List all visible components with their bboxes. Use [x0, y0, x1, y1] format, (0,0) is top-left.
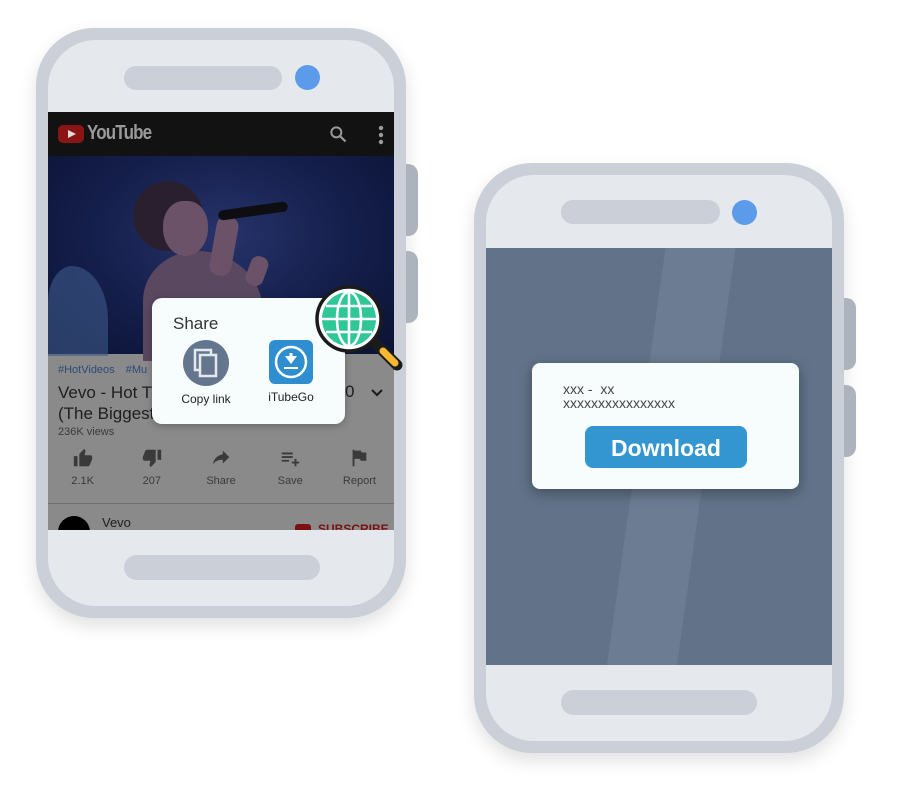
- playlist-add-icon: [281, 452, 300, 467]
- like-count: 2.1K: [71, 475, 94, 487]
- save-label: Save: [277, 475, 303, 487]
- thumbs-down-icon: [142, 449, 161, 468]
- channel-name[interactable]: Vevo: [102, 515, 131, 530]
- crowd-silhouette: [48, 266, 108, 356]
- report-label: Report: [342, 475, 376, 487]
- dislike-button[interactable]: 207: [117, 447, 186, 497]
- hashtag-link[interactable]: #Mu: [126, 364, 147, 376]
- video-title-tail: 0: [345, 382, 355, 401]
- front-camera: [732, 200, 757, 225]
- share-label: Share: [206, 475, 236, 487]
- copy-link-option[interactable]: Copy link: [166, 340, 246, 406]
- itubego-label: iTubeGo: [268, 390, 314, 404]
- share-title: Share: [173, 314, 219, 333]
- microphone: [217, 201, 289, 221]
- dislike-count: 207: [142, 475, 161, 487]
- home-bar: [561, 690, 757, 715]
- volume-up-button: [844, 298, 856, 370]
- front-camera: [295, 65, 320, 90]
- youtube-app-bar: YouTube: [48, 112, 394, 156]
- view-count: 236K views: [58, 426, 115, 438]
- report-button[interactable]: Report: [325, 447, 394, 497]
- subscribe-icon: [295, 524, 311, 530]
- hashtags: #HotVideos #Mu: [58, 364, 155, 376]
- chevron-down-icon[interactable]: [370, 388, 384, 398]
- divider: [48, 503, 394, 504]
- itubego-download-icon: [269, 340, 313, 384]
- subscribe-button[interactable]: SUBSCRIBE: [318, 522, 389, 530]
- download-dialog: xxx - xx xxxxxxxxxxxxxxxx Download: [532, 363, 799, 489]
- share-button[interactable]: Share: [186, 447, 255, 497]
- search-icon[interactable]: [328, 124, 348, 144]
- app-name: YouTube: [87, 122, 152, 144]
- more-vert-icon[interactable]: [378, 125, 384, 145]
- hashtag-link[interactable]: #HotVideos: [58, 364, 115, 376]
- globe-magnifier-icon: [315, 285, 403, 371]
- save-button[interactable]: Save: [256, 447, 325, 497]
- video-actions: 2.1K 207 Share Save Report: [48, 447, 394, 497]
- like-button[interactable]: 2.1K: [48, 447, 117, 497]
- flag-icon: [352, 449, 367, 467]
- youtube-logo-icon[interactable]: [58, 125, 84, 143]
- channel-avatar[interactable]: [58, 516, 90, 530]
- volume-up-button: [406, 164, 418, 236]
- video-info-line2: xxxxxxxxxxxxxxxx: [563, 395, 675, 411]
- singer-face: [163, 201, 208, 256]
- copy-icon: [183, 340, 229, 386]
- home-bar: [124, 555, 320, 580]
- download-button[interactable]: Download: [585, 426, 747, 468]
- thumbs-up-icon: [73, 448, 92, 467]
- singer-hand: [243, 253, 271, 289]
- share-icon: [212, 450, 230, 465]
- speaker-grille: [124, 66, 282, 90]
- speaker-grille: [561, 200, 720, 224]
- copy-link-label: Copy link: [181, 392, 231, 406]
- volume-down-button: [844, 385, 856, 457]
